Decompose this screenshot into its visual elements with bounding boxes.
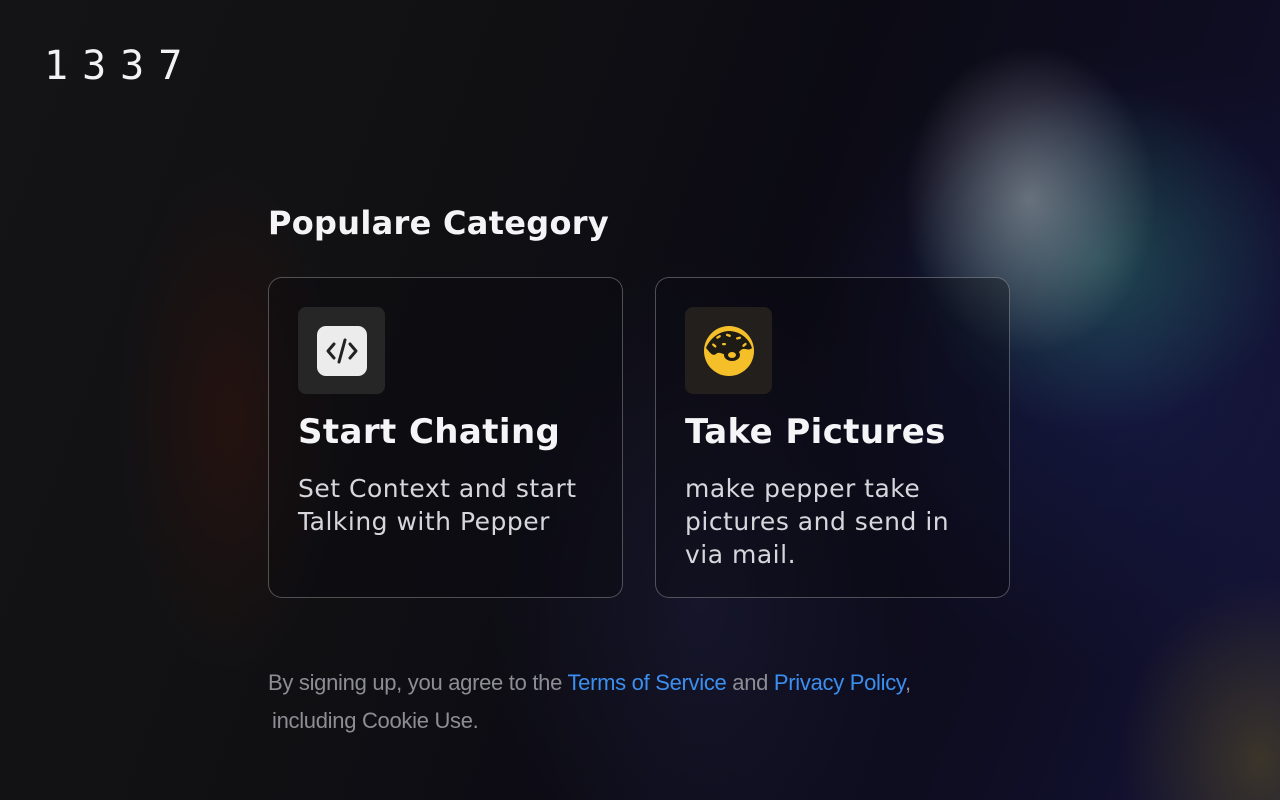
legal-prefix: By signing up, you agree to the [268, 670, 568, 695]
code-icon [316, 325, 367, 376]
card-description: make pepper take pictures and send in vi… [685, 474, 950, 569]
brand-logo: 1337 [44, 43, 197, 89]
legal-comma: , [905, 670, 911, 695]
privacy-policy-link[interactable]: Privacy Policy [774, 670, 905, 695]
donut-icon-tile [685, 307, 772, 394]
card-description: Set Context and start Talking with Peppe… [298, 474, 577, 536]
category-card-start-chating[interactable]: Start Chating Set Context and start Talk… [268, 277, 623, 598]
card-title: Start Chating [298, 412, 561, 452]
card-title: Take Pictures [685, 412, 946, 452]
terms-of-service-link[interactable]: Terms of Service [567, 670, 726, 695]
legal-conjunction: and [726, 670, 774, 695]
background: 1337 Populare Category Start Chating Set… [0, 0, 1280, 800]
legal-notice: By signing up, you agree to the Terms of… [268, 664, 1028, 740]
donut-icon [703, 325, 754, 376]
legal-suffix: including Cookie Use. [272, 708, 479, 733]
section-title: Populare Category [268, 204, 610, 242]
category-card-take-pictures[interactable]: Take Pictures make pepper take pictures … [655, 277, 1010, 598]
code-icon-tile [298, 307, 385, 394]
